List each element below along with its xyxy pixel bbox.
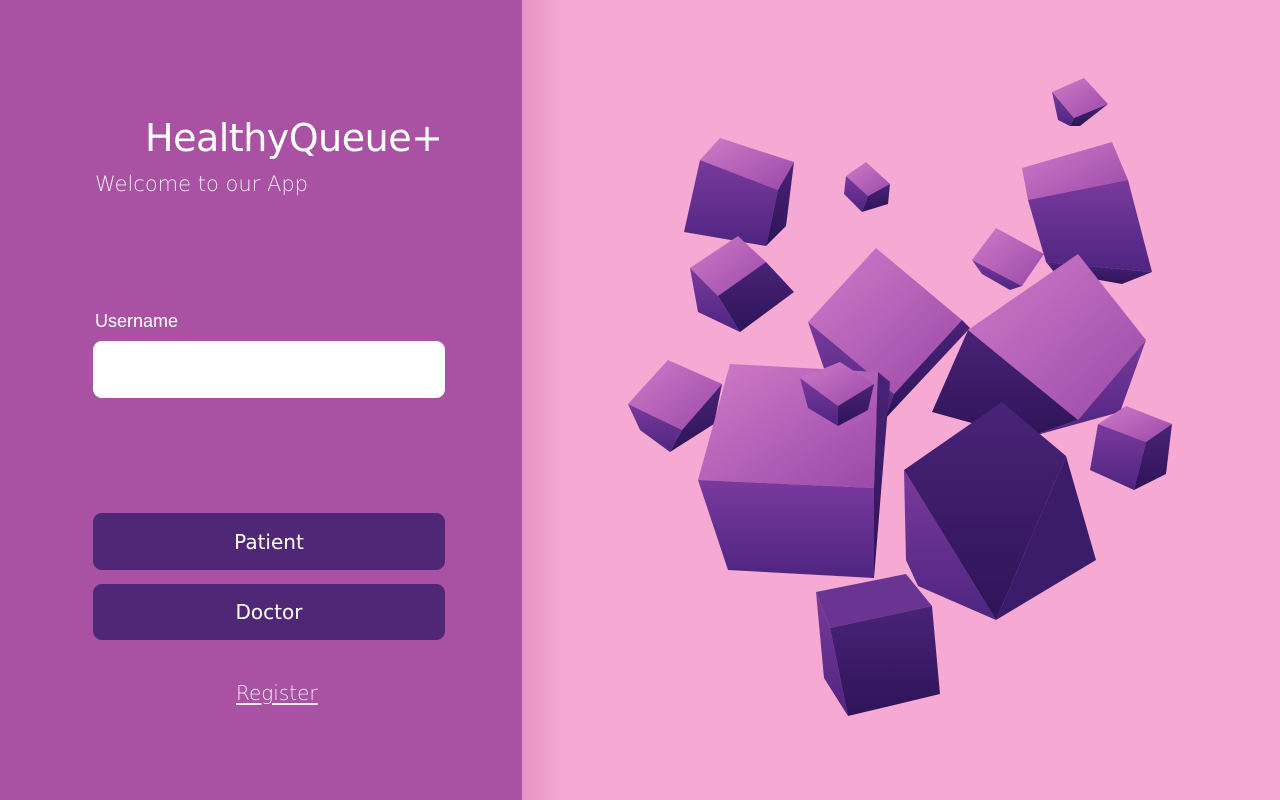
cube-icon [972, 228, 1044, 290]
username-input[interactable] [93, 341, 445, 398]
floating-cubes-illustration [628, 78, 1172, 716]
cube-icon [816, 574, 940, 716]
app-subtitle: Welcome to our App [95, 172, 308, 196]
cube-icon [684, 138, 794, 246]
cube-icon [904, 402, 1096, 620]
register-link[interactable]: Register [236, 681, 318, 705]
login-panel: HealthyQueue+ Welcome to our App Usernam… [0, 0, 522, 800]
cube-icon [1090, 406, 1172, 490]
cube-icon [1022, 142, 1152, 284]
cube-icon [844, 162, 890, 212]
patient-button[interactable]: Patient [93, 513, 445, 570]
cube-icon [690, 236, 794, 332]
app-title: HealthyQueue+ [145, 116, 443, 160]
cube-icon [628, 360, 722, 452]
cube-icon [1052, 78, 1108, 126]
login-page: HealthyQueue+ Welcome to our App Usernam… [0, 0, 1280, 800]
hero-illustration-panel [522, 0, 1280, 800]
doctor-button[interactable]: Doctor [93, 584, 445, 640]
username-label: Username [95, 311, 179, 331]
